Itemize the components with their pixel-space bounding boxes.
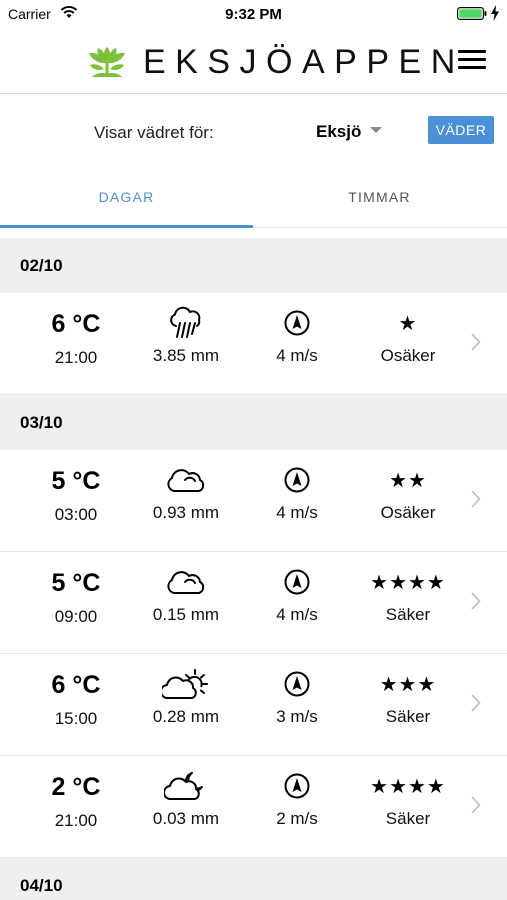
wind-speed: 3 m/s: [276, 707, 318, 726]
temperature-cell: 5 °C 03:00: [26, 450, 126, 525]
certainty-label: Säker: [385, 707, 431, 726]
wind-speed: 4 m/s: [276, 605, 318, 624]
cloud-icon: [136, 464, 236, 496]
cloud-moon-icon: [136, 770, 236, 802]
clock: 9:32 PM: [225, 6, 282, 23]
certainty-label: Osäker: [380, 503, 436, 522]
menu-bar: [458, 66, 486, 69]
chevron-right-icon: [471, 592, 481, 610]
certainty-cell: ★★★ Säker: [358, 654, 458, 727]
app-title: EKSJÖAPPEN: [143, 43, 465, 81]
tab-hours[interactable]: TIMMAR: [253, 170, 506, 228]
view-tabs: DAGAR TIMMAR: [0, 170, 507, 228]
wind-direction-icon: [247, 566, 347, 598]
precipitation-cell: 0.93 mm: [136, 450, 236, 523]
temperature-cell: 5 °C 09:00: [26, 552, 126, 627]
forecast-row[interactable]: 6 °C 15:00 0.28 mm 3 m/s ★★★ Säker: [0, 654, 507, 756]
wind-direction-icon: [247, 668, 347, 700]
wind-direction-icon: [247, 770, 347, 802]
temperature: 6 °C: [51, 310, 101, 338]
temperature: 2 °C: [51, 773, 101, 801]
wind-cell: 3 m/s: [247, 654, 347, 727]
menu-bar: [458, 58, 486, 61]
temperature: 5 °C: [51, 467, 101, 495]
wind-cell: 4 m/s: [247, 293, 347, 366]
temperature: 5 °C: [51, 569, 101, 597]
star-rating-icon: ★★★★: [370, 776, 446, 798]
temperature-cell: 6 °C 15:00: [26, 654, 126, 729]
status-bar: Carrier 9:32 PM: [0, 0, 507, 28]
chevron-right-icon: [471, 490, 481, 508]
date-header: 03/10: [0, 395, 507, 450]
partly-sunny-icon: [136, 668, 236, 700]
charging-bolt-icon: [491, 5, 499, 21]
forecast-time: 09:00: [54, 607, 98, 626]
wind-speed: 2 m/s: [276, 809, 318, 828]
rain-cloud-icon: [136, 306, 236, 339]
chevron-right-icon: [471, 333, 481, 351]
forecast-row[interactable]: 5 °C 03:00 0.93 mm 4 m/s ★★ Osäker: [0, 450, 507, 552]
location-dropdown[interactable]: Eksjö: [316, 122, 361, 142]
logo-icon: [89, 47, 125, 77]
precipitation-cell: 3.85 mm: [136, 293, 236, 366]
star-rating-icon: ★★: [389, 470, 427, 492]
forecast-list: 02/10 6 °C 21:00 3.85 mm 4 m/s ★ Osäker 03/10 5 …: [0, 238, 507, 900]
tab-days[interactable]: DAGAR: [0, 170, 253, 228]
wind-speed: 4 m/s: [276, 346, 318, 365]
certainty-label: Osäker: [380, 346, 436, 365]
hamburger-menu-icon[interactable]: [458, 50, 486, 72]
wind-speed: 4 m/s: [276, 503, 318, 522]
forecast-time: 21:00: [54, 348, 98, 367]
wind-direction-icon: [247, 307, 347, 339]
chevron-right-icon: [471, 796, 481, 814]
precipitation: 0.15 mm: [152, 605, 220, 624]
caret-down-icon[interactable]: [370, 127, 382, 133]
date-header: 02/10: [0, 238, 507, 293]
battery-icon: [457, 7, 487, 20]
precipitation-cell: 0.03 mm: [136, 756, 236, 829]
precipitation-cell: 0.15 mm: [136, 552, 236, 625]
menu-bar: [458, 50, 486, 53]
forecast-row[interactable]: 2 °C 21:00 0.03 mm 2 m/s ★★★★ Säker: [0, 756, 507, 858]
location-selector-row: Visar vädret för: Eksjö VÄDER: [0, 94, 507, 170]
temperature-cell: 6 °C 21:00: [26, 293, 126, 368]
certainty-cell: ★ Osäker: [358, 293, 458, 366]
precipitation: 0.03 mm: [152, 809, 220, 828]
forecast-time: 15:00: [54, 709, 98, 728]
star-rating-icon: ★★★★: [370, 572, 446, 594]
temperature-cell: 2 °C 21:00: [26, 756, 126, 831]
precipitation: 3.85 mm: [152, 346, 220, 365]
forecast-time: 03:00: [54, 505, 98, 524]
wind-cell: 2 m/s: [247, 756, 347, 829]
app-header: EKSJÖAPPEN: [0, 28, 507, 94]
precipitation: 0.93 mm: [152, 503, 220, 522]
weather-button[interactable]: VÄDER: [428, 116, 494, 144]
forecast-row[interactable]: 6 °C 21:00 3.85 mm 4 m/s ★ Osäker: [0, 293, 507, 395]
star-rating-icon: ★: [398, 313, 418, 335]
precipitation: 0.28 mm: [152, 707, 220, 726]
wind-direction-icon: [247, 464, 347, 496]
precipitation-cell: 0.28 mm: [136, 654, 236, 727]
chevron-right-icon: [471, 694, 481, 712]
date-header: 04/10: [0, 858, 507, 900]
cloud-icon: [136, 566, 236, 598]
wind-cell: 4 m/s: [247, 450, 347, 523]
star-rating-icon: ★★★: [379, 674, 437, 696]
location-label: Visar vädret för:: [94, 123, 214, 142]
certainty-cell: ★★★★ Säker: [358, 756, 458, 829]
certainty-cell: ★★ Osäker: [358, 450, 458, 523]
temperature: 6 °C: [51, 671, 101, 699]
wind-cell: 4 m/s: [247, 552, 347, 625]
forecast-row[interactable]: 5 °C 09:00 0.15 mm 4 m/s ★★★★ Säker: [0, 552, 507, 654]
forecast-time: 21:00: [54, 811, 98, 830]
certainty-label: Säker: [385, 605, 431, 624]
certainty-cell: ★★★★ Säker: [358, 552, 458, 625]
certainty-label: Säker: [385, 809, 431, 828]
